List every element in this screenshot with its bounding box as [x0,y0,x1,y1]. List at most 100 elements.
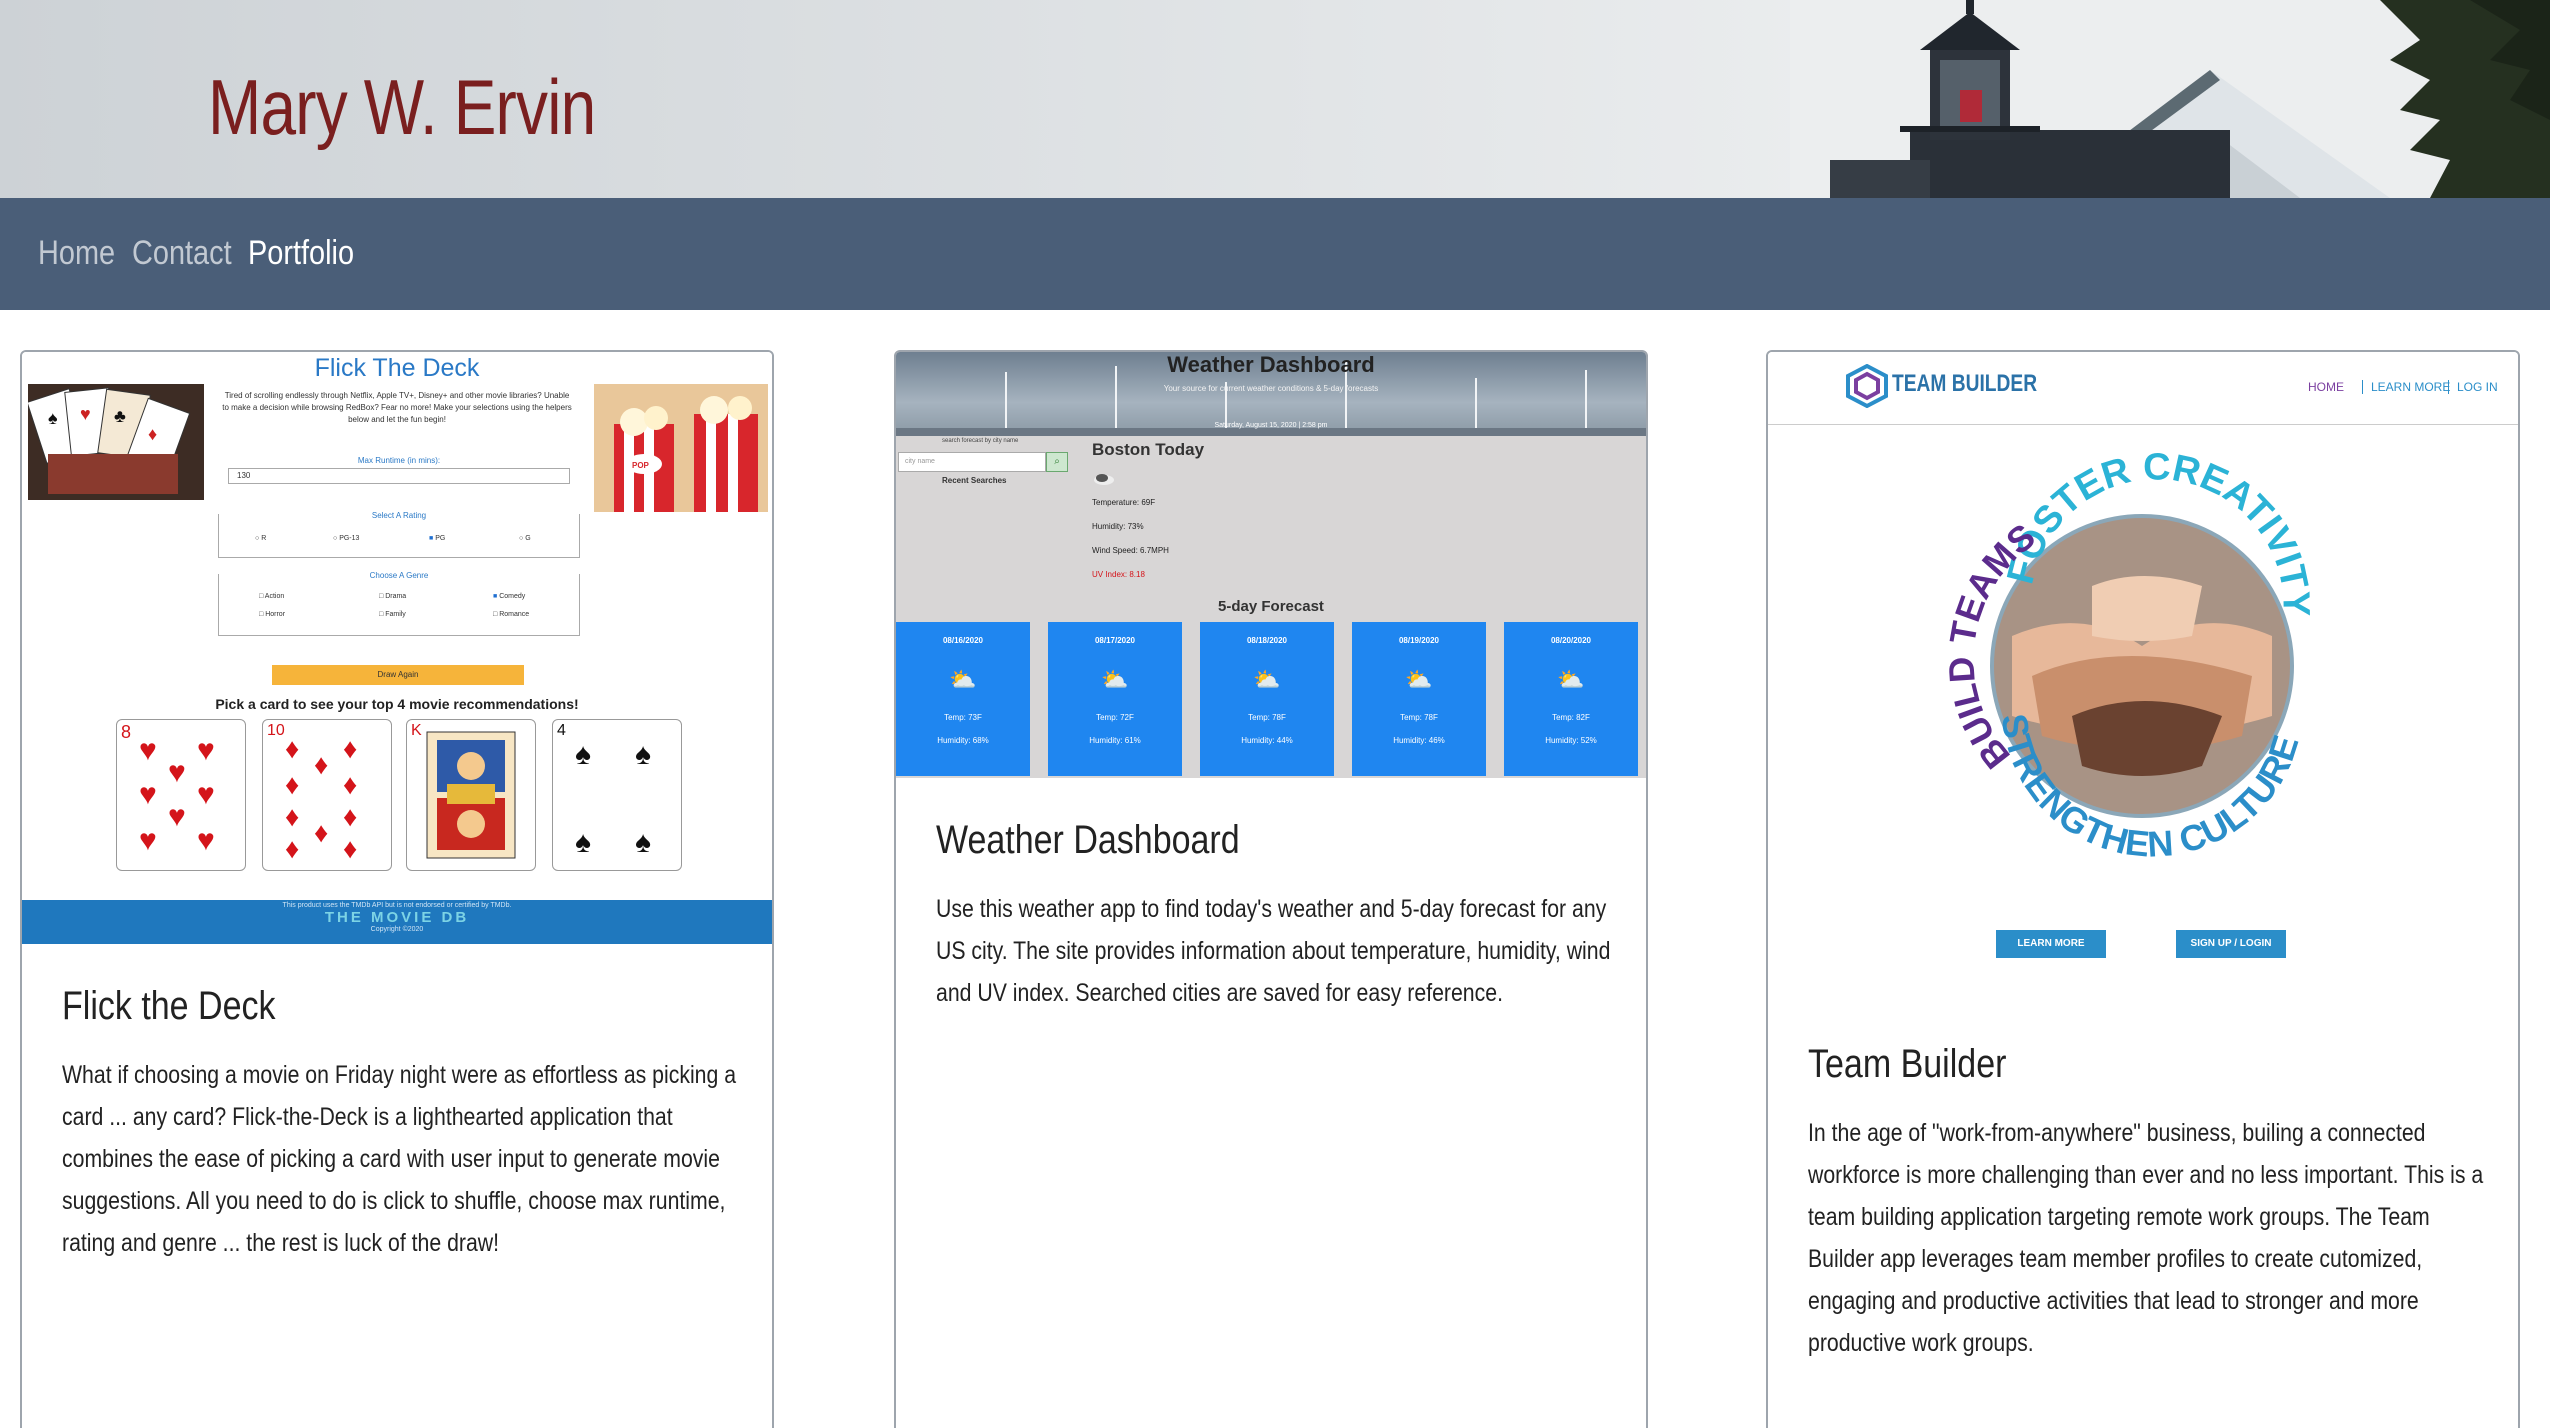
playing-card-8-hearts[interactable]: 8 ♥ ♥ ♥ ♥ ♥ ♥ ♥ ♥ [116,719,246,871]
sun-cloud-icon: ⛅ [1101,667,1129,692]
svg-text:♦: ♦ [148,424,157,444]
rating-r-radio[interactable]: ○ R [255,535,266,542]
card-description: What if choosing a movie on Friday night… [62,1061,737,1257]
svg-text:♦: ♦ [285,769,299,800]
rating-pg-radio[interactable]: ■ PG [429,535,445,542]
tb-nav-login[interactable]: LOG IN [2448,380,2498,394]
playing-card-king-hearts[interactable]: K [406,719,536,871]
rating-g-radio[interactable]: ○ G [519,535,531,542]
svg-text:♥: ♥ [168,800,186,833]
card-title: Team Builder [1808,1042,2007,1086]
card-description: Use this weather app to find today's wea… [936,895,1611,1007]
rating-box: Select A Rating ○ R ○ PG-13 ■ PG ○ G [218,511,580,558]
card-title: Flick the Deck [62,984,276,1028]
playing-card-4-spades[interactable]: 4 ♠ ♠ ♠ ♠ [552,719,682,871]
runtime-input[interactable]: 130 [228,468,570,484]
signup-login-button[interactable]: SIGN UP / LOGIN [2176,930,2286,958]
svg-text:♥: ♥ [139,778,157,811]
card-description: In the age of "work-from-anywhere" busin… [1808,1119,2484,1357]
flick-the-deck-screenshot[interactable]: ♠ ♥ ♣ ♦ POP Flick The Deck Tired of scro… [22,352,772,944]
forecast-heading: 5-day Forecast [1218,598,1324,615]
pick-card-text: Pick a card to see your top 4 movie reco… [215,696,579,712]
project-card-flick-the-deck: ♠ ♥ ♣ ♦ POP Flick The Deck Tired of scro… [20,350,774,1428]
team-builder-brand: TEAM BUILDER [1892,370,2038,397]
svg-text:♦: ♦ [343,733,357,764]
project-card-team-builder: TEAM BUILDER HOME LEARN MORE LOG IN FOST… [1766,350,2520,1428]
svg-text:♥: ♥ [197,824,215,857]
svg-text:♥: ♥ [168,756,186,789]
svg-text:♦: ♦ [285,733,299,764]
playing-cards-image: ♠ ♥ ♣ ♦ [28,384,204,500]
svg-text:♦: ♦ [285,801,299,832]
nav-contact-link[interactable]: Contact [132,234,232,273]
city-search-input[interactable]: city name [898,452,1046,472]
svg-text:♠: ♠ [48,408,58,428]
forecast-day-card: 08/17/2020 ⛅ Temp: 72F Humidity: 61% [1048,622,1182,776]
sun-cloud-icon: ⛅ [1253,667,1281,692]
rating-label: Select A Rating [219,511,579,520]
sun-cloud-icon: ⛅ [949,667,977,692]
svg-text:♦: ♦ [343,801,357,832]
genre-horror-checkbox[interactable]: □ Horror [259,611,285,618]
genre-drama-checkbox[interactable]: □ Drama [379,593,406,600]
svg-text:♠: ♠ [575,738,591,771]
svg-text:♦: ♦ [314,817,328,848]
site-header: Mary W. Ervin [0,0,2550,198]
svg-text:♦: ♦ [343,833,357,864]
flick-shot-title: Flick The Deck [314,354,480,382]
svg-text:♦: ♦ [285,833,299,864]
runtime-box: Max Runtime (in mins): 130 [218,452,580,494]
main-nav: Home Contact Portfolio [0,198,2550,310]
stacked-hands-emblem: FOSTER CREATIVITY BUILD TEAMS STRENGTHEN… [1940,446,2317,864]
runtime-label: Max Runtime (in mins): [357,456,441,465]
svg-text:♥: ♥ [197,778,215,811]
svg-text:♥: ♥ [139,824,157,857]
search-button[interactable]: ⌕ [1046,452,1068,472]
team-builder-logo-icon [1846,364,1888,408]
tb-header-divider [1768,424,2518,425]
learn-more-button[interactable]: LEARN MORE [1996,930,2106,958]
wind-turbine-banner: Weather Dashboard Your source for curren… [896,352,1646,436]
genre-label: Choose A Genre [219,571,579,580]
svg-text:♣: ♣ [114,406,126,426]
forecast-day-card: 08/20/2020 ⛅ Temp: 82F Humidity: 52% [1504,622,1638,776]
svg-text:♥: ♥ [197,734,215,767]
genre-comedy-checkbox[interactable]: ■ Comedy [493,593,525,600]
flick-shot-subtitle: Tired of scrolling endlessly through Net… [222,391,572,424]
svg-text:♥: ♥ [139,734,157,767]
playing-card-10-diamonds[interactable]: 10 ♦ ♦ ♦ ♦ ♦ ♦ ♦ ♦ ♦ ♦ [262,719,392,871]
site-title: Mary W. Ervin [208,63,596,151]
card-title: Weather Dashboard [936,818,1240,862]
svg-text:POP: POP [632,461,650,470]
svg-text:♦: ♦ [343,769,357,800]
svg-text:♦: ♦ [314,749,328,780]
svg-text:♠: ♠ [575,826,591,859]
draw-again-button[interactable]: Draw Again [272,665,524,685]
tmdb-logo: THE MOVIE DB [324,909,470,926]
popcorn-image: POP [594,384,768,512]
nav-portfolio-link[interactable]: Portfolio [248,234,354,273]
genre-action-checkbox[interactable]: □ Action [259,593,284,600]
forecast-day-card: 08/16/2020 ⛅ Temp: 73F Humidity: 68% [896,622,1030,776]
lighthouse-banner-image [1790,0,2550,198]
nav-home-link[interactable]: Home [38,234,115,273]
weather-dashboard-screenshot[interactable]: Weather Dashboard Your source for curren… [896,352,1646,778]
flick-footer: This product uses the TMDb API but is no… [22,900,772,944]
forecast-day-card: 08/18/2020 ⛅ Temp: 78F Humidity: 44% [1200,622,1334,776]
sun-cloud-icon: ⛅ [1405,667,1433,692]
forecast-day-card: 08/19/2020 ⛅ Temp: 78F Humidity: 46% [1352,622,1486,776]
current-weather-icon [1094,474,1114,485]
tb-nav-learn-more[interactable]: LEARN MORE [2362,380,2450,394]
tb-nav-home[interactable]: HOME [2308,380,2344,394]
svg-text:♠: ♠ [635,826,651,859]
genre-romance-checkbox[interactable]: □ Romance [493,611,529,618]
svg-text:♠: ♠ [635,738,651,771]
genre-family-checkbox[interactable]: □ Family [379,611,406,618]
team-builder-screenshot[interactable]: TEAM BUILDER HOME LEARN MORE LOG IN FOST… [1768,352,2518,992]
genre-box: Choose A Genre □ Action □ Drama ■ Comedy… [218,571,580,636]
current-city-heading: Boston Today [1092,440,1205,459]
svg-text:♥: ♥ [80,404,91,424]
project-card-weather-dashboard: Weather Dashboard Your source for curren… [894,350,1648,1428]
rating-pg13-radio[interactable]: ○ PG-13 [333,535,359,542]
weather-shot-title: Weather Dashboard [1167,352,1375,377]
